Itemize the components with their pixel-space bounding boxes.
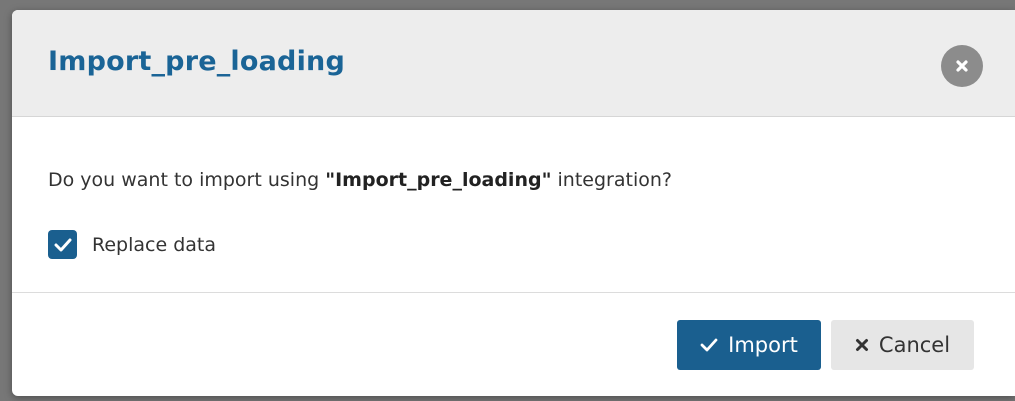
import-button[interactable]: Import [677,320,821,370]
checkmark-icon [700,338,718,352]
x-icon [855,338,869,352]
import-button-label: Import [728,333,798,357]
background-page-fragment [0,172,12,194]
dialog-body: Do you want to import using "Import_pre_… [12,117,1015,293]
cancel-button[interactable]: Cancel [831,320,974,370]
checkmark-icon [54,238,71,251]
integration-name: "Import_pre_loading" [325,169,552,191]
dialog-title: Import_pre_loading [48,46,345,77]
import-dialog: Import_pre_loading Do you want to import… [12,10,1015,396]
question-suffix: integration? [551,169,672,191]
background-page-fragment [0,292,12,314]
question-prefix: Do you want to import using [48,169,326,191]
replace-data-label: Replace data [92,233,216,256]
cancel-button-label: Cancel [878,333,951,357]
dialog-header: Import_pre_loading [12,10,1015,117]
close-icon [956,60,968,72]
close-button[interactable] [941,45,983,87]
confirmation-question: Do you want to import using "Import_pre_… [48,169,672,191]
replace-data-checkbox[interactable] [48,230,77,259]
dialog-footer: Import Cancel [12,292,1015,396]
replace-data-option[interactable]: Replace data [48,230,216,259]
